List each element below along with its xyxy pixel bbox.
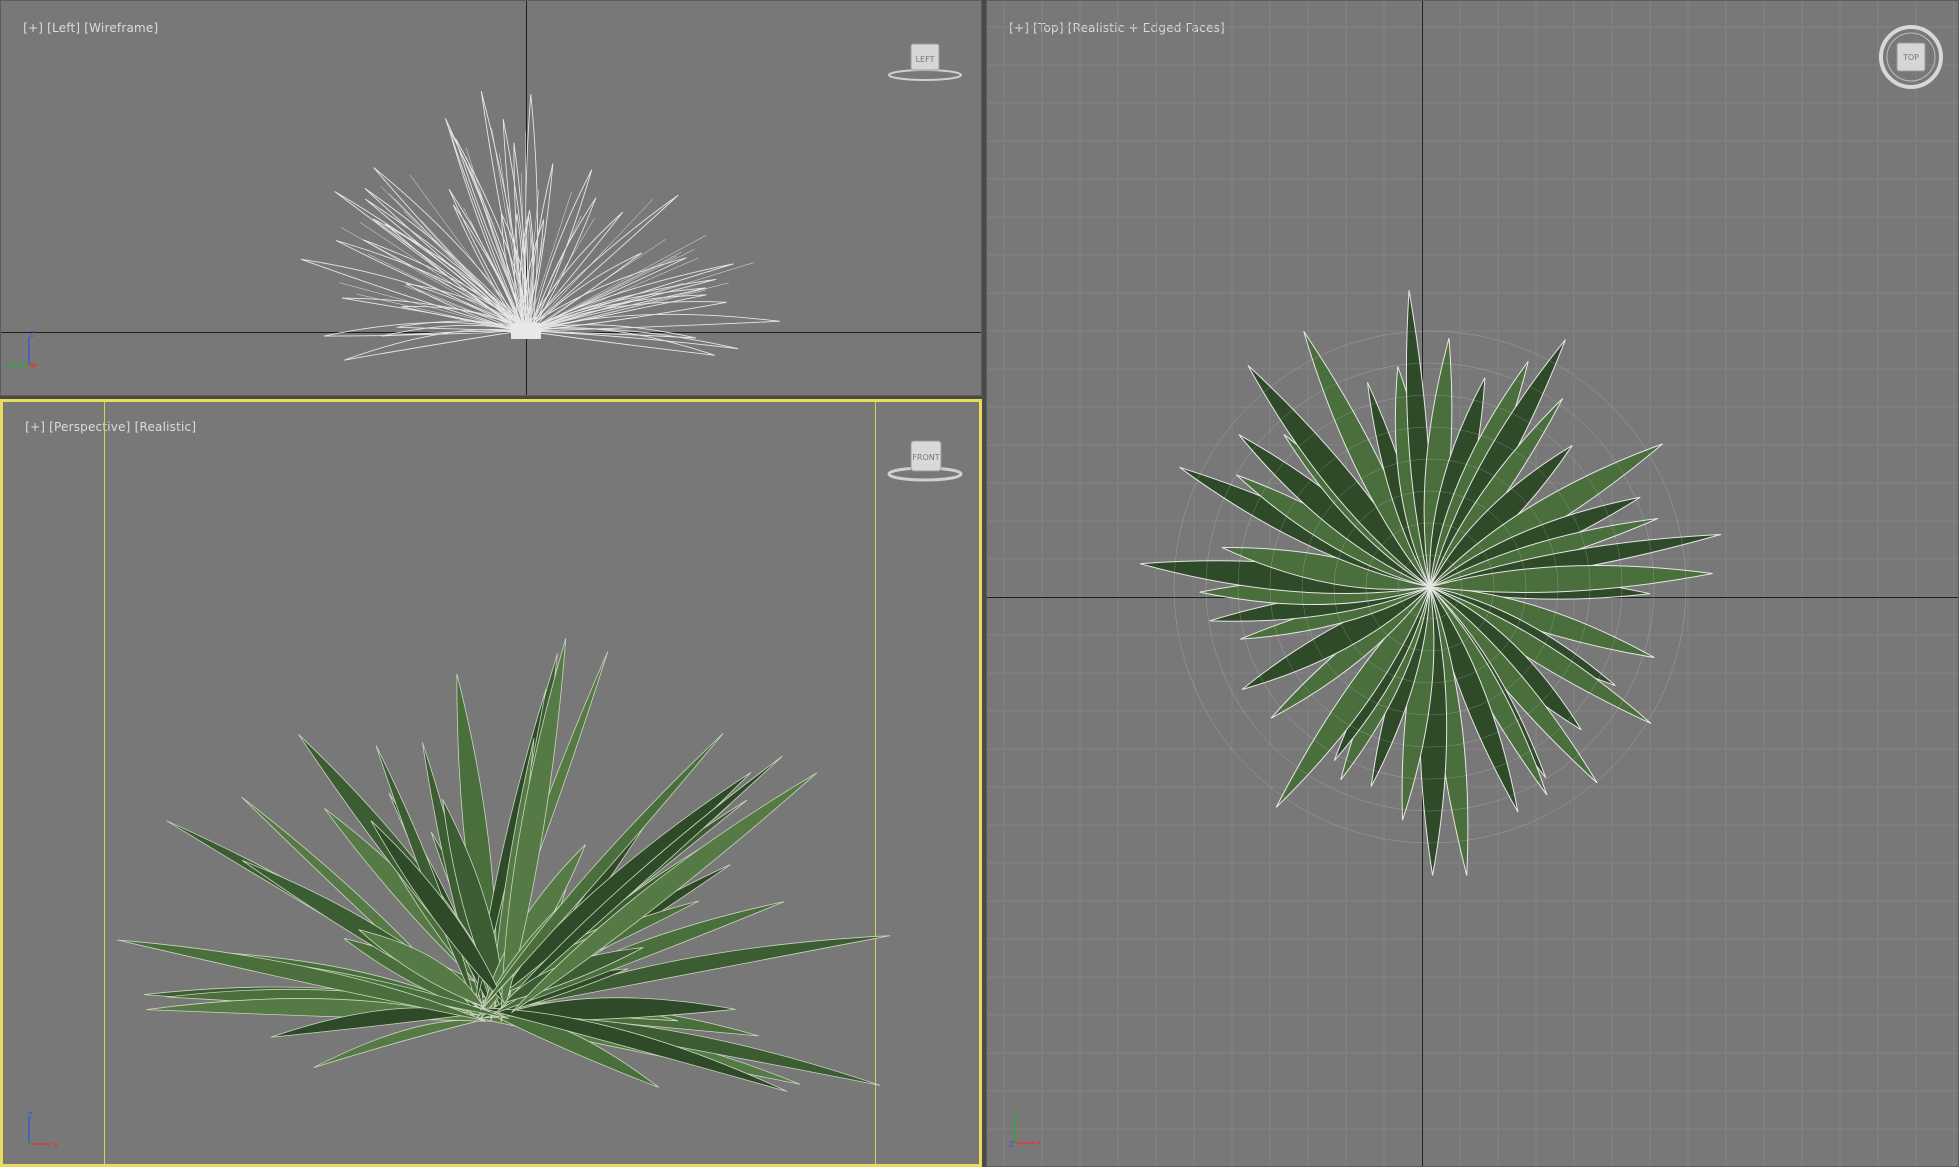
axis-tripod-icon: Z X bbox=[21, 1110, 65, 1150]
plant-top-edged-model[interactable] bbox=[987, 1, 1959, 1167]
axis-tripod-icon: Z X Y bbox=[4, 330, 45, 371]
axis-y-label: Y bbox=[1012, 1109, 1018, 1117]
axis-x-label: X bbox=[1036, 1139, 1042, 1148]
axis-x-label: X bbox=[30, 362, 36, 371]
wireframe-edge bbox=[525, 262, 754, 334]
viewport-left[interactable]: [+] [Left] [Wireframe] LEFT Z X Y bbox=[0, 0, 982, 396]
wireframe-leaf bbox=[525, 278, 717, 332]
viewcube-face-label: TOP bbox=[1902, 53, 1919, 62]
viewcube-face-label: FRONT bbox=[912, 453, 939, 462]
plant-wireframe-model[interactable] bbox=[1, 1, 982, 396]
axis-z-label: Z bbox=[1009, 1140, 1015, 1149]
wireframe-leaf bbox=[521, 327, 739, 350]
plant-base bbox=[511, 323, 541, 339]
axis-x-label: X bbox=[53, 1141, 59, 1150]
viewcube-icon[interactable]: LEFT bbox=[885, 39, 965, 87]
compass-ring-icon[interactable]: TOP bbox=[1877, 23, 1945, 91]
viewport-perspective[interactable]: [+] [Perspective] [Realistic] FRONT Z X bbox=[0, 399, 982, 1167]
viewcube-face-label: LEFT bbox=[916, 55, 935, 64]
axis-y-label: Y bbox=[5, 362, 10, 371]
plant-realistic-model[interactable] bbox=[3, 402, 979, 1164]
viewport-top[interactable]: [+] [Top] [Realistic + Edged Faces] TOP Y … bbox=[986, 0, 1959, 1167]
viewcube-icon[interactable]: FRONT bbox=[885, 438, 965, 486]
axis-z-label: Z bbox=[27, 1111, 33, 1120]
axis-tripod-icon: Y X Z bbox=[1007, 1108, 1047, 1149]
axis-z-label: Z bbox=[29, 331, 35, 339]
